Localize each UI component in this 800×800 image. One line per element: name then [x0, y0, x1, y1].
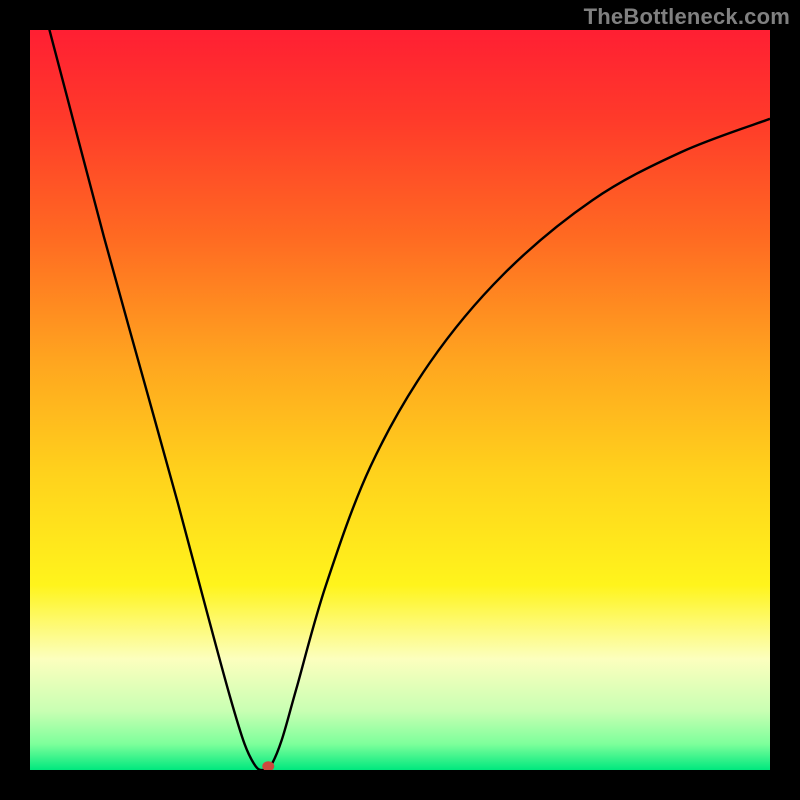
chart-background — [30, 30, 770, 770]
chart-frame: TheBottleneck.com — [0, 0, 800, 800]
watermark-text: TheBottleneck.com — [584, 4, 790, 30]
chart-plot — [30, 30, 770, 770]
